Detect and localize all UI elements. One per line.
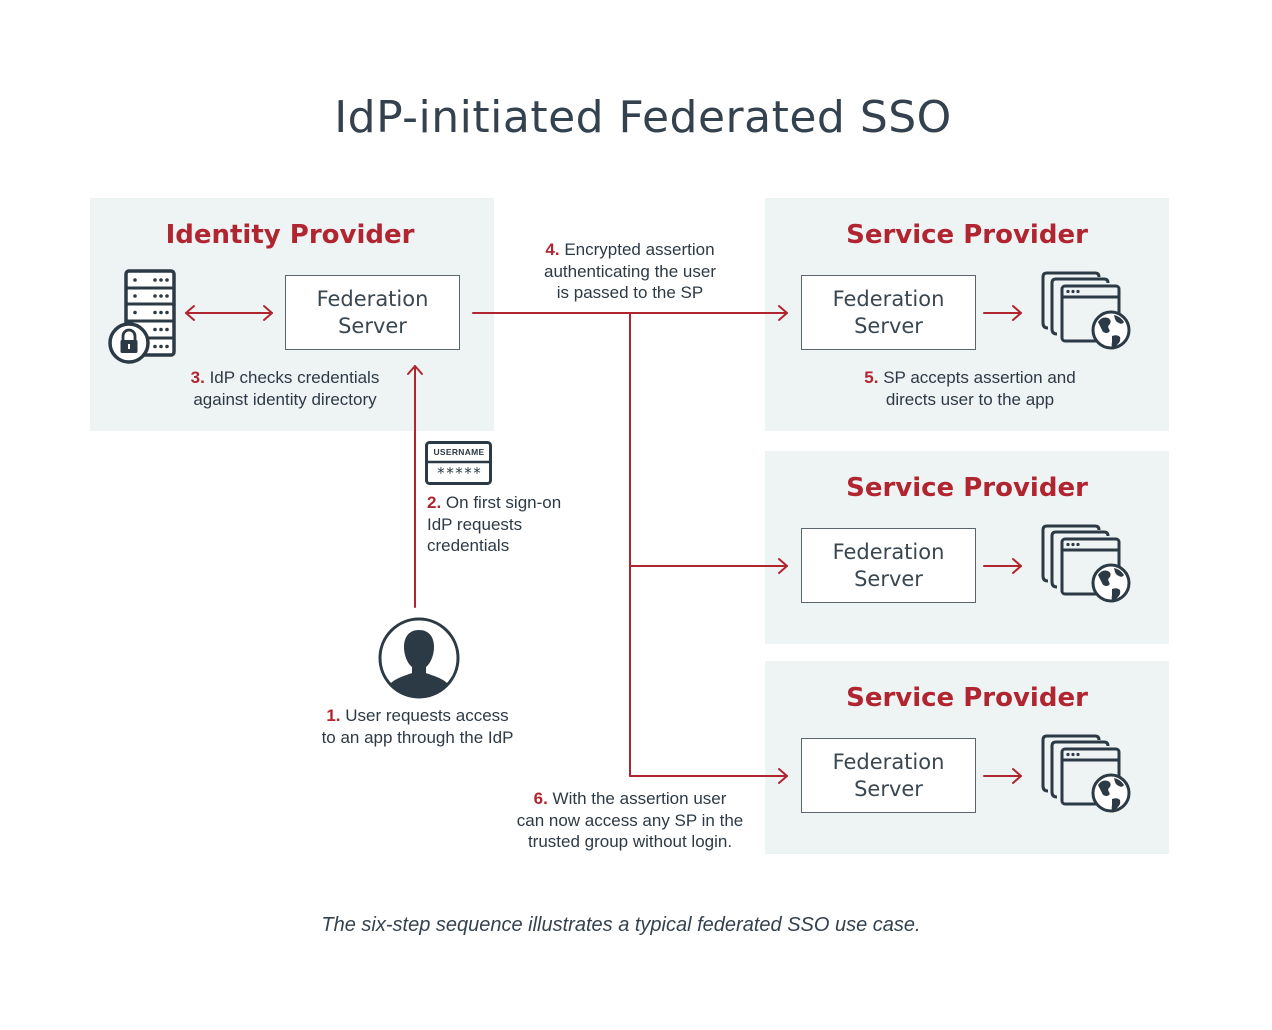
step-1-text: 1. User requests access to an app throug… bbox=[290, 705, 545, 748]
browser-windows-globe-icon bbox=[1041, 524, 1131, 603]
lock-icon bbox=[108, 322, 150, 364]
server-rack-lock-icon bbox=[108, 269, 176, 364]
step-3-number: 3. bbox=[190, 368, 205, 387]
step-1-line-2: to an app through the IdP bbox=[321, 727, 514, 747]
step-5-line-2: directs user to the app bbox=[885, 389, 1055, 409]
browser-windows-globe-icon bbox=[1041, 734, 1131, 813]
step-3-line-2: against identity directory bbox=[193, 389, 377, 409]
step-6-line-2: can now access any SP in the bbox=[516, 810, 744, 830]
service-provider-3-title: Service Provider bbox=[846, 683, 1088, 713]
browser-windows-globe-icon bbox=[1041, 271, 1131, 350]
step-2-line-3: credentials bbox=[427, 536, 510, 555]
step-5-line-1: SP accepts assertion and bbox=[883, 368, 1076, 387]
step-3-line-1: IdP checks credentials bbox=[209, 368, 380, 387]
step-6-line-1: With the assertion user bbox=[552, 789, 727, 808]
sp-1-federation-server-label-line2: Server bbox=[854, 313, 923, 338]
step-6-text: 6. With the assertion user can now acces… bbox=[490, 788, 770, 853]
idp-federation-server-label-line2: Server bbox=[338, 313, 407, 338]
sp-2-federation-server: Federation Server bbox=[801, 528, 976, 603]
step-4-line-3: is passed to the SP bbox=[556, 283, 704, 302]
sp-2-federation-server-label-line1: Federation bbox=[832, 539, 945, 564]
assertion-to-sp-2-arrow bbox=[629, 558, 788, 574]
step-4-number: 4. bbox=[545, 240, 560, 259]
assertion-to-sp-3-arrow bbox=[629, 768, 788, 784]
step-6-line-3: trusted group without login. bbox=[527, 832, 733, 851]
sp-3-federation-server-label-line1: Federation bbox=[832, 749, 945, 774]
service-provider-1-title: Service Provider bbox=[846, 220, 1088, 250]
sp-1-federation-server-label-line1: Federation bbox=[832, 286, 945, 311]
step-6-number: 6. bbox=[533, 789, 548, 808]
step-4-text: 4. Encrypted assertion authenticating th… bbox=[500, 239, 760, 304]
step-1-line-1: User requests access bbox=[345, 706, 509, 725]
assertion-to-sp-1-arrow bbox=[472, 305, 788, 321]
step-1-number: 1. bbox=[326, 706, 341, 725]
idp-federation-server-label-line1: Federation bbox=[316, 286, 429, 311]
credentials-password-mask: ***** bbox=[436, 464, 482, 482]
sp-3-federation-server: Federation Server bbox=[801, 738, 976, 813]
step-5-text: 5. SP accepts assertion and directs user… bbox=[820, 367, 1120, 410]
idp-federation-server: Federation Server bbox=[285, 275, 460, 350]
sp-1-federation-server: Federation Server bbox=[801, 275, 976, 350]
sp-2-federation-server-label-line2: Server bbox=[854, 566, 923, 591]
step-5-number: 5. bbox=[864, 368, 879, 387]
service-provider-2-title: Service Provider bbox=[846, 473, 1088, 503]
diagram-title: IdP-initiated Federated SSO bbox=[334, 92, 952, 143]
step-2-line-2: IdP requests bbox=[427, 514, 523, 534]
step-2-line-1: On first sign-on bbox=[445, 493, 562, 512]
sp-3-federation-server-label-line2: Server bbox=[854, 776, 923, 801]
step-2-text: 2. On first sign-on IdP requests credent… bbox=[427, 492, 607, 557]
step-2-number: 2. bbox=[427, 493, 442, 512]
identity-provider-title: Identity Provider bbox=[165, 220, 415, 250]
credentials-username-label: USERNAME bbox=[433, 447, 485, 457]
figure-caption: The six-step sequence illustrates a typi… bbox=[321, 914, 921, 936]
step-4-line-1: Encrypted assertion bbox=[564, 240, 715, 259]
step-3-text: 3. IdP checks credentials against identi… bbox=[140, 367, 430, 410]
step-4-line-2: authenticating the user bbox=[543, 261, 716, 281]
user-avatar-icon bbox=[378, 617, 460, 699]
